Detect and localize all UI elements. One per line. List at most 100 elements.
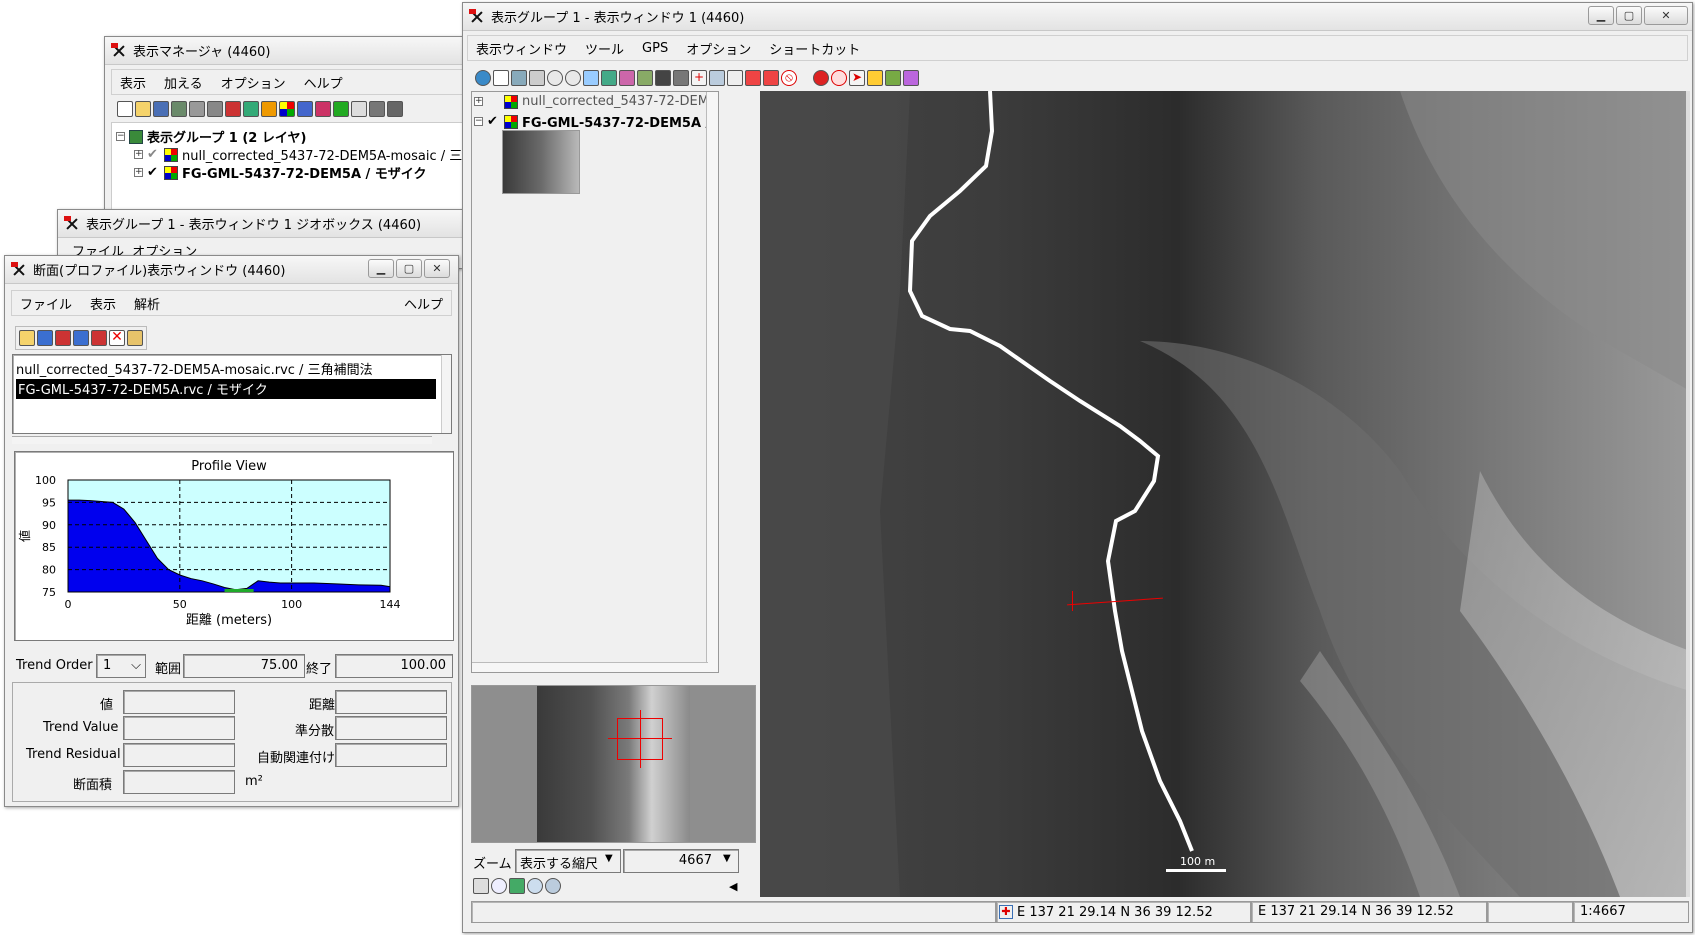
profile-layer-2[interactable]: FG-GML-5437-72-DEM5A.rvc / モザイク bbox=[16, 379, 436, 399]
range-end-field[interactable]: 100.00 bbox=[335, 654, 453, 678]
binoculars-icon[interactable] bbox=[655, 70, 671, 86]
menu-options[interactable]: オプション bbox=[221, 73, 286, 92]
maximize-button[interactable]: ▢ bbox=[396, 259, 422, 278]
table-icon[interactable] bbox=[369, 101, 385, 117]
map-vscrollbar[interactable] bbox=[1686, 91, 1690, 897]
minimize-button[interactable]: ▁ bbox=[1588, 6, 1614, 25]
zoom-box-icon[interactable] bbox=[583, 70, 599, 86]
display-manager-titlebar[interactable]: 表示マネージャ (4460) bbox=[105, 37, 483, 65]
range-start-field[interactable]: 75.00 bbox=[183, 654, 305, 678]
menu-add[interactable]: 加える bbox=[164, 73, 203, 92]
menu-view[interactable]: 表示 bbox=[120, 73, 146, 92]
zoom-in-icon[interactable] bbox=[547, 70, 563, 86]
profile-titlebar[interactable]: 断面(プロファイル)表示ウィンドウ (4460) ▁ ▢ ✕ bbox=[5, 256, 458, 284]
layer-gray-icon[interactable] bbox=[189, 101, 205, 117]
back-icon[interactable] bbox=[745, 70, 761, 86]
zoom-layer-icon[interactable] bbox=[601, 70, 617, 86]
close-button[interactable]: ✕ bbox=[424, 259, 450, 278]
menu-view-window[interactable]: 表示ウィンドウ bbox=[476, 39, 567, 58]
add-rgb-icon[interactable] bbox=[279, 101, 295, 117]
map-canvas[interactable]: 100 m bbox=[760, 91, 1690, 897]
geobox-titlebar[interactable]: 表示グループ 1 - 表示ウィンドウ 1 ジオボックス (4460) bbox=[58, 210, 476, 238]
layer-color-icon[interactable] bbox=[885, 70, 901, 86]
collapse-icon[interactable]: − bbox=[116, 132, 125, 141]
rotate-icon[interactable] bbox=[637, 70, 653, 86]
tree-group-row[interactable]: − 表示グループ 1 (2 レイヤ) bbox=[116, 127, 306, 146]
add-raster-icon[interactable] bbox=[243, 101, 259, 117]
magnify-icon[interactable] bbox=[491, 878, 507, 894]
pointer-icon[interactable]: ➤ bbox=[849, 70, 865, 86]
tree-layer-row-1[interactable]: + ✔ null_corrected_5437-72-DEM5A-mosaic … bbox=[134, 145, 462, 164]
open-icon[interactable] bbox=[135, 101, 151, 117]
checkbox-empty[interactable] bbox=[487, 95, 500, 108]
layer-stack-icon[interactable] bbox=[207, 101, 223, 117]
add-point-icon[interactable]: + bbox=[691, 70, 707, 86]
camera-icon[interactable] bbox=[673, 70, 689, 86]
zoom-red-icon[interactable] bbox=[831, 70, 847, 86]
palette-icon[interactable] bbox=[127, 330, 143, 346]
main-view-titlebar[interactable]: 表示グループ 1 - 表示ウィンドウ 1 (4460) ▁ ▢ ✕ bbox=[463, 3, 1692, 31]
checkmark-icon[interactable]: ✔ bbox=[487, 115, 500, 128]
pan-icon[interactable] bbox=[511, 70, 527, 86]
add-vector-icon[interactable] bbox=[261, 101, 277, 117]
forward-icon[interactable] bbox=[763, 70, 779, 86]
menu-help[interactable]: ヘルプ bbox=[404, 294, 443, 313]
grid-icon[interactable] bbox=[387, 101, 403, 117]
profile-swap-icon[interactable] bbox=[73, 330, 89, 346]
profile-layer-1[interactable]: null_corrected_5437-72-DEM5A-mosaic.rvc … bbox=[16, 359, 373, 378]
zoom-in-icon[interactable] bbox=[527, 878, 543, 894]
add-cad-icon[interactable] bbox=[315, 101, 331, 117]
select-tool-icon[interactable] bbox=[709, 70, 725, 86]
collapse-icon[interactable]: − bbox=[474, 117, 483, 126]
menu-analysis[interactable]: 解析 bbox=[134, 294, 160, 313]
legend-icon[interactable] bbox=[903, 70, 919, 86]
list-icon[interactable] bbox=[473, 878, 489, 894]
menu-shortcuts[interactable]: ショートカット bbox=[769, 39, 860, 58]
expand-icon[interactable]: + bbox=[474, 97, 483, 106]
close-button[interactable]: ✕ bbox=[1644, 6, 1688, 25]
add-tin-icon[interactable] bbox=[297, 101, 313, 117]
new-icon[interactable] bbox=[117, 101, 133, 117]
save-icon[interactable] bbox=[153, 101, 169, 117]
main-tree-layer-2[interactable]: − ✔ FG-GML-5437-72-DEM5A / モザ bbox=[474, 112, 718, 131]
maximize-button[interactable]: ▢ bbox=[1616, 6, 1642, 25]
list-scrollbar[interactable] bbox=[441, 355, 451, 433]
zoom-out-icon[interactable] bbox=[565, 70, 581, 86]
full-extent-icon[interactable] bbox=[493, 70, 509, 86]
add-layer-icon[interactable] bbox=[225, 101, 241, 117]
list-hscrollbar[interactable] bbox=[12, 436, 432, 444]
expand-icon[interactable]: + bbox=[134, 150, 143, 159]
map-zoom-icon[interactable] bbox=[509, 878, 525, 894]
expand-icon[interactable]: + bbox=[134, 168, 143, 177]
crosshair-icon[interactable]: ✚ bbox=[999, 905, 1013, 919]
checkmark-icon[interactable]: ✔ bbox=[147, 166, 160, 179]
collapse-arrow-icon[interactable]: ◀ bbox=[729, 880, 737, 893]
add-shape-icon[interactable] bbox=[333, 101, 349, 117]
dropdown-arrow-icon[interactable]: ▼ bbox=[605, 853, 613, 864]
menu-gps[interactable]: GPS bbox=[642, 41, 668, 56]
menu-file[interactable]: ファイル bbox=[20, 294, 72, 313]
trend-order-dropdown[interactable]: 1 ⌵ bbox=[96, 654, 146, 678]
minimize-button[interactable]: ▁ bbox=[368, 259, 394, 278]
checkmark-icon[interactable]: ✔ bbox=[147, 148, 160, 161]
stop-icon[interactable]: ⦸ bbox=[781, 70, 797, 86]
zoom-full-icon[interactable] bbox=[545, 878, 561, 894]
profile-up-icon[interactable] bbox=[37, 330, 53, 346]
tree-layer-row-2[interactable]: + ✔ FG-GML-5437-72-DEM5A / モザイク bbox=[134, 163, 427, 182]
menu-help[interactable]: ヘルプ bbox=[304, 73, 343, 92]
menu-options[interactable]: オプション bbox=[686, 39, 751, 58]
zoom-area-icon[interactable] bbox=[529, 70, 545, 86]
profile-add-icon[interactable] bbox=[91, 330, 107, 346]
target-icon[interactable] bbox=[813, 70, 829, 86]
tree-vscrollbar[interactable] bbox=[706, 92, 718, 672]
dropdown-arrow-icon[interactable]: ▼ bbox=[723, 853, 731, 864]
delete-icon[interactable]: ✕ bbox=[109, 330, 125, 346]
profile-down-icon[interactable] bbox=[55, 330, 71, 346]
main-tree-layer-1[interactable]: + null_corrected_5437-72-DEM5A-m bbox=[474, 94, 718, 109]
menu-view[interactable]: 表示 bbox=[90, 294, 116, 313]
measure-icon[interactable] bbox=[727, 70, 743, 86]
zoom-value-field[interactable]: 4667 bbox=[623, 849, 739, 873]
open-icon[interactable] bbox=[19, 330, 35, 346]
locator-overview[interactable] bbox=[471, 685, 756, 843]
zoom-group-icon[interactable] bbox=[619, 70, 635, 86]
